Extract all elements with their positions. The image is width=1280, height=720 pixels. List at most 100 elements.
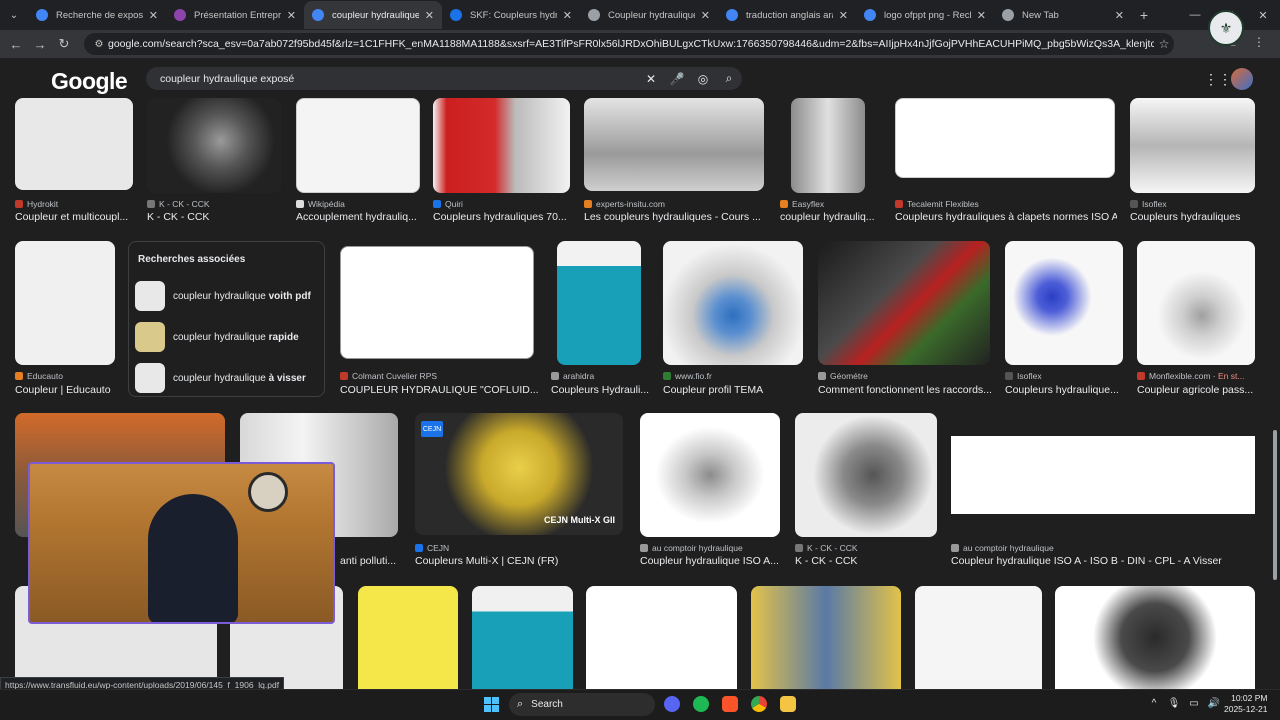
image-result[interactable] [586, 586, 737, 689]
image-result[interactable]: Wikipédia Accouplement hydrauliq... [296, 98, 420, 228]
file-explorer-icon[interactable] [780, 696, 796, 712]
tab-search-icon[interactable]: ⌄ [0, 10, 28, 21]
result-image[interactable] [1137, 241, 1255, 365]
account-avatar[interactable] [1231, 68, 1253, 90]
result-image[interactable] [895, 98, 1115, 178]
search-input[interactable]: coupleur hydraulique exposé [160, 73, 638, 85]
result-image[interactable] [818, 241, 990, 365]
display-icon[interactable]: ▭ [1184, 698, 1204, 709]
image-result[interactable]: Géométre Comment fonctionnent les raccor… [818, 241, 992, 396]
back-icon[interactable]: ← [4, 37, 28, 52]
result-image[interactable] [340, 246, 534, 359]
forward-icon[interactable]: → [28, 37, 52, 52]
close-icon[interactable]: ✕ [425, 9, 434, 22]
result-image[interactable]: CEJN CEJN Multi-X GII [415, 413, 623, 535]
voice-search-icon[interactable]: 🎤 [664, 72, 690, 86]
taskbar-search[interactable]: ⌕ Search [509, 693, 655, 716]
image-result[interactable] [472, 586, 573, 689]
image-result[interactable]: experts-insitu.com Les coupleurs hydraul… [584, 98, 764, 228]
menu-icon[interactable]: ⋮ [1246, 35, 1272, 49]
image-result[interactable]: Quiri Coupleurs hydrauliques 70... [433, 98, 570, 228]
close-icon[interactable]: ✕ [977, 9, 986, 22]
result-image[interactable] [433, 98, 570, 193]
lens-icon[interactable]: ◎ [690, 72, 716, 86]
tab-7[interactable]: New Tab ✕ [994, 1, 1132, 29]
address-bar[interactable]: ⚙ google.com/search?sca_esv=0a7ab072f95b… [84, 33, 1174, 55]
result-image[interactable] [15, 241, 115, 365]
clock[interactable]: 10:02 PM 2025-12-21 [1224, 693, 1267, 715]
result-image[interactable] [751, 586, 901, 689]
tray-overflow-icon[interactable]: ^ [1144, 698, 1164, 709]
bookmark-star-icon[interactable]: ☆ [1154, 37, 1174, 51]
close-icon[interactable]: ✕ [149, 9, 158, 22]
related-item[interactable]: coupleur hydraulique rapide [135, 321, 321, 353]
result-image[interactable] [1130, 98, 1255, 193]
scrollbar-thumb[interactable] [1273, 430, 1277, 580]
windows-start-icon[interactable] [484, 697, 499, 712]
result-image[interactable] [1005, 241, 1123, 365]
tab-0[interactable]: Recherche de expose p✕ [28, 1, 166, 29]
discord-icon[interactable] [664, 696, 680, 712]
image-result[interactable]: K - CK - CCK K - CK - CCK [795, 413, 937, 573]
image-result[interactable]: Educauto Coupleur | Educauto [15, 241, 115, 401]
close-icon[interactable]: ✕ [287, 9, 296, 22]
tab-6[interactable]: logo ofppt png - Reche ✕ [856, 1, 994, 29]
related-item[interactable]: coupleur hydraulique à visser [135, 362, 321, 394]
result-image[interactable] [472, 586, 573, 689]
close-icon[interactable]: ✕ [1115, 9, 1124, 22]
result-image[interactable] [557, 241, 641, 365]
image-result[interactable]: arahidra Coupleurs Hydrauli... [551, 241, 651, 396]
image-result[interactable] [915, 586, 1042, 689]
result-image[interactable] [663, 241, 803, 365]
clear-icon[interactable]: ✕ [638, 72, 664, 86]
result-image[interactable] [147, 98, 281, 193]
tab-2-active[interactable]: coupleur hydraulique ex✕ [304, 1, 442, 29]
image-result[interactable]: Easyflex coupleur hydrauliq... [780, 98, 880, 228]
reload-icon[interactable]: ↻ [52, 36, 76, 52]
image-result[interactable] [358, 586, 458, 689]
microphone-icon[interactable]: 🎙 [1164, 698, 1184, 709]
image-result[interactable]: Tecalemit Flexibles Coupleurs hydrauliqu… [895, 98, 1117, 228]
result-image[interactable] [915, 586, 1042, 689]
tab-5[interactable]: traduction anglais arab ✕ [718, 1, 856, 29]
search-box[interactable]: coupleur hydraulique exposé ✕ 🎤 ◎ ⌕ [146, 67, 742, 90]
close-window-icon[interactable]: ✕ [1246, 9, 1280, 22]
result-image[interactable] [296, 98, 420, 193]
image-result[interactable] [1055, 586, 1255, 689]
image-result[interactable]: K - CK - CCK K - CK - CCK [147, 98, 281, 228]
scrollbar[interactable] [1272, 100, 1278, 580]
image-result[interactable]: au comptoir hydraulique Coupleur hydraul… [640, 413, 780, 573]
image-result[interactable]: www.fio.fr Coupleur profil TEMA [663, 241, 803, 396]
minimize-icon[interactable]: — [1178, 9, 1212, 21]
search-icon[interactable]: ⌕ [716, 71, 742, 86]
result-image[interactable] [791, 98, 865, 193]
image-result[interactable]: Monflexible.com · En st... Coupleur agri… [1137, 241, 1255, 396]
result-image[interactable] [640, 413, 780, 537]
close-icon[interactable]: ✕ [701, 9, 710, 22]
image-result[interactable]: Hydrokit Coupleur et multicoupl... [15, 98, 133, 228]
tab-3[interactable]: SKF: Coupleurs hydrauli✕ [442, 1, 580, 29]
image-result[interactable]: Isoflex Coupleurs hydraulique... [1005, 241, 1123, 396]
result-image[interactable] [1055, 586, 1255, 689]
tab-1[interactable]: Présentation Entreprise✕ [166, 1, 304, 29]
close-icon[interactable]: ✕ [839, 9, 848, 22]
tab-4[interactable]: Coupleur hydraulique d✕ [580, 1, 718, 29]
volume-icon[interactable]: 🔊 [1204, 698, 1224, 709]
google-logo[interactable]: Google [51, 68, 128, 95]
image-result[interactable] [751, 586, 901, 689]
result-image[interactable] [795, 413, 937, 537]
spotify-icon[interactable] [693, 696, 709, 712]
chrome-icon[interactable] [751, 696, 767, 712]
site-info-icon[interactable]: ⚙ [90, 39, 108, 50]
image-result[interactable]: Isoflex Coupleurs hydrauliques [1130, 98, 1255, 228]
result-image[interactable] [15, 98, 133, 190]
result-image[interactable] [358, 586, 458, 689]
result-image[interactable] [586, 586, 737, 689]
image-result[interactable]: au comptoir hydraulique Coupleur hydraul… [951, 413, 1255, 573]
new-tab-button[interactable]: + [1132, 7, 1156, 23]
close-icon[interactable]: ✕ [563, 9, 572, 22]
image-result[interactable]: CEJN CEJN Multi-X GII CEJN Coupleurs Mul… [415, 413, 625, 573]
result-image[interactable] [951, 436, 1255, 514]
brave-icon[interactable] [722, 696, 738, 712]
result-image[interactable] [584, 98, 764, 191]
